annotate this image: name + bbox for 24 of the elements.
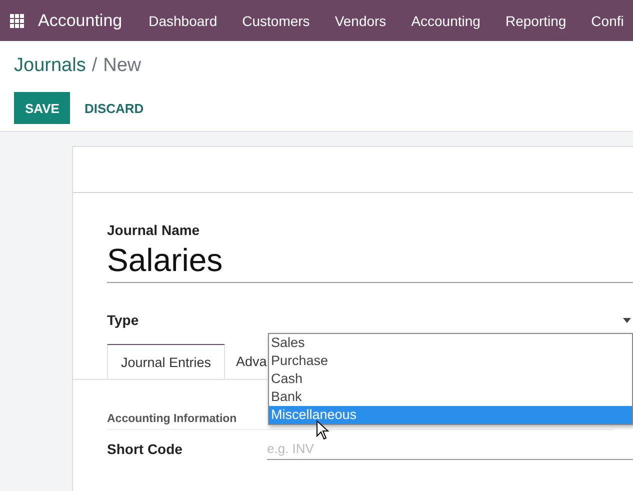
menu-item[interactable]: Customers [230, 12, 322, 28]
name-input[interactable]: Salaries [107, 238, 633, 283]
dropdown-option[interactable]: Sales [269, 334, 632, 352]
dropdown-option[interactable]: Bank [269, 388, 632, 406]
field-label: Type [107, 312, 140, 328]
dropdown-option[interactable]: Cash [269, 370, 632, 388]
save-button[interactable]: SAVE [14, 92, 70, 124]
app-name: Accounting [38, 10, 122, 30]
menu-item[interactable]: Dashboard [136, 12, 230, 28]
field-label: Short Code [107, 441, 184, 457]
breadcrumb-separator: / [92, 55, 98, 76]
discard-button[interactable]: DISCARD [73, 92, 155, 124]
field-label: Journal Name [107, 222, 201, 238]
dropdown-option[interactable]: Purchase [269, 352, 632, 370]
caret-icon [623, 318, 631, 322]
menu-item[interactable]: Vendors [322, 12, 399, 28]
menu-item[interactable]: Accounting [398, 12, 493, 28]
menu-item[interactable]: Confi [578, 12, 633, 28]
tab[interactable]: Journal Entries [107, 344, 226, 379]
breadcrumb-current: New [103, 55, 142, 76]
tab[interactable]: Adva [225, 344, 267, 379]
apps-grid-icon[interactable] [10, 14, 24, 28]
menu-item[interactable]: Reporting [492, 12, 579, 28]
breadcrumb-link[interactable]: Journals [14, 55, 86, 76]
